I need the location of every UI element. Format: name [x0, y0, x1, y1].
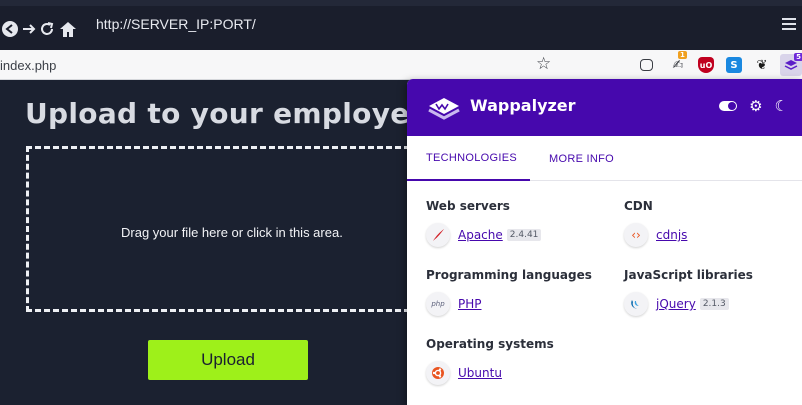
- tech-item-ubuntu: Ubuntu: [426, 360, 502, 386]
- wappalyzer-extension-icon[interactable]: 5: [780, 53, 802, 76]
- address-bar[interactable]: index.php ☆ ✍ 1 uO S ❦ 5: [0, 50, 802, 80]
- home-icon[interactable]: [56, 18, 80, 40]
- category-javascript-libraries: JavaScript libraries: [624, 268, 753, 282]
- wappalyzer-logo-icon: [427, 95, 461, 121]
- tech-link-cdnjs[interactable]: cdnjs: [656, 228, 687, 242]
- header-actions: ⚙ ☾: [719, 99, 788, 114]
- upload-button[interactable]: Upload: [148, 340, 308, 380]
- notes-badge: 1: [678, 51, 687, 59]
- reload-icon[interactable]: [38, 18, 56, 40]
- forward-icon[interactable]: [20, 18, 38, 40]
- back-icon[interactable]: [0, 18, 20, 40]
- tech-link-jquery[interactable]: jQuery: [656, 297, 696, 311]
- category-web-servers: Web servers: [426, 199, 510, 213]
- wappalyzer-tabs: TECHNOLOGIES MORE INFO: [407, 136, 802, 181]
- wappalyzer-badge: 5: [794, 53, 802, 61]
- settings-gear-icon[interactable]: ⚙: [749, 99, 762, 114]
- category-cdn: CDN: [624, 199, 653, 213]
- s-extension-icon[interactable]: S: [726, 57, 742, 73]
- menu-icon[interactable]: [782, 18, 796, 32]
- pocket-icon[interactable]: [640, 59, 653, 71]
- tech-link-apache[interactable]: Apache: [458, 228, 503, 242]
- tech-item-apache: Apache 2.4.41: [426, 222, 542, 248]
- page-heading: Upload to your employee a: [25, 97, 459, 130]
- tech-link-ubuntu[interactable]: Ubuntu: [458, 366, 502, 380]
- apache-feather-icon: [426, 223, 450, 247]
- tab-strip: [0, 0, 802, 6]
- tech-item-jquery: jQuery 2.1.3: [624, 291, 729, 317]
- notes-extension-icon[interactable]: ✍ 1: [670, 51, 687, 73]
- nav-controls: [0, 18, 80, 40]
- category-operating-systems: Operating systems: [426, 337, 554, 351]
- tech-item-cdnjs: ‹› cdnjs: [624, 222, 687, 248]
- tech-item-php: php PHP: [426, 291, 482, 317]
- gnome-extension-icon[interactable]: ❦: [754, 57, 770, 73]
- browser-toolbar: http://SERVER_IP:PORT/: [0, 0, 802, 50]
- ublock-shield-icon[interactable]: uO: [698, 57, 714, 73]
- tech-version-apache: 2.4.41: [506, 229, 542, 241]
- bookmark-star-icon[interactable]: ☆: [536, 54, 551, 74]
- cdnjs-brackets-icon: ‹›: [624, 223, 648, 247]
- wappalyzer-header: Wappalyzer ⚙ ☾: [407, 79, 802, 136]
- ubuntu-icon: [426, 361, 450, 385]
- wappalyzer-popup: Wappalyzer ⚙ ☾ TECHNOLOGIES MORE INFO We…: [407, 79, 802, 405]
- category-programming-languages: Programming languages: [426, 268, 592, 282]
- dropzone-text: Drag your file here or click in this are…: [121, 225, 343, 240]
- url-display[interactable]: http://SERVER_IP:PORT/: [96, 16, 256, 32]
- tech-link-php[interactable]: PHP: [458, 297, 482, 311]
- jquery-icon: [624, 292, 648, 316]
- wappalyzer-brand: Wappalyzer: [470, 96, 576, 115]
- file-dropzone[interactable]: Drag your file here or click in this are…: [26, 146, 446, 312]
- tab-more-info[interactable]: MORE INFO: [530, 136, 633, 181]
- dark-mode-moon-icon[interactable]: ☾: [775, 99, 788, 114]
- enable-toggle[interactable]: [719, 101, 738, 111]
- tab-technologies[interactable]: TECHNOLOGIES: [407, 136, 530, 181]
- php-icon: php: [426, 292, 450, 316]
- address-text: index.php: [0, 58, 57, 73]
- tech-version-jquery: 2.1.3: [699, 298, 729, 310]
